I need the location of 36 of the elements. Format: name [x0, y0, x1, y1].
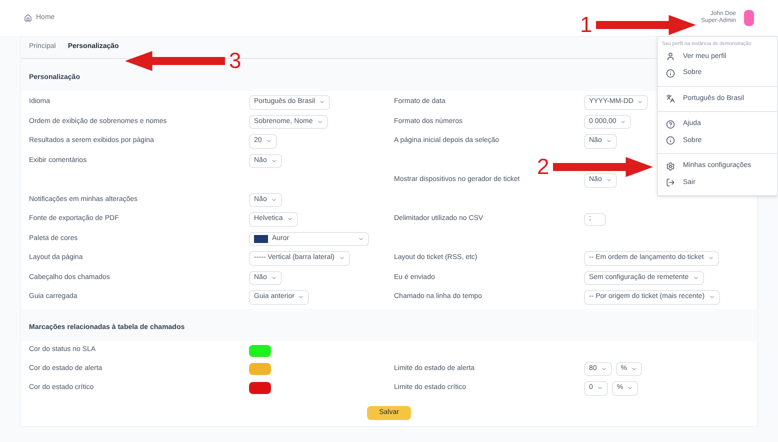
annotation-number: 1	[580, 11, 592, 39]
chevron-down-icon	[270, 274, 277, 281]
language-icon	[666, 94, 675, 104]
chevron-down-icon	[270, 196, 277, 203]
avatar[interactable]	[744, 10, 754, 26]
help-icon	[666, 120, 675, 129]
chevron-down-icon	[270, 158, 277, 164]
chevron-down-icon	[358, 236, 364, 242]
logout-icon	[666, 178, 675, 188]
info-icon	[666, 136, 675, 146]
user-icon	[666, 52, 675, 62]
annotation-number: 2	[537, 153, 550, 181]
settings-icon	[666, 162, 675, 171]
chevron-down-icon	[319, 99, 326, 106]
chevron-down-icon	[286, 216, 293, 222]
color-swatch[interactable]	[249, 382, 271, 394]
chevron-down-icon	[620, 118, 626, 125]
chevron-down-icon	[338, 255, 345, 262]
chevron-down-icon	[298, 294, 304, 300]
chevron-down-icon	[600, 366, 607, 372]
chevron-down-icon	[708, 255, 714, 262]
color-swatch[interactable]	[249, 362, 271, 375]
color-swatch[interactable]	[249, 344, 271, 356]
chevron-down-icon	[316, 118, 323, 125]
chevron-down-icon	[631, 366, 638, 372]
chevron-down-icon	[606, 138, 612, 144]
home-icon	[24, 14, 32, 22]
chevron-down-icon	[606, 177, 612, 184]
info-icon	[666, 68, 675, 78]
chevron-down-icon	[708, 294, 715, 300]
chevron-down-icon	[637, 99, 644, 106]
chevron-down-icon	[596, 385, 603, 392]
chevron-down-icon	[627, 385, 634, 392]
annotation-number: 3	[229, 47, 242, 75]
chevron-down-icon	[692, 274, 699, 281]
chevron-down-icon	[266, 138, 272, 144]
